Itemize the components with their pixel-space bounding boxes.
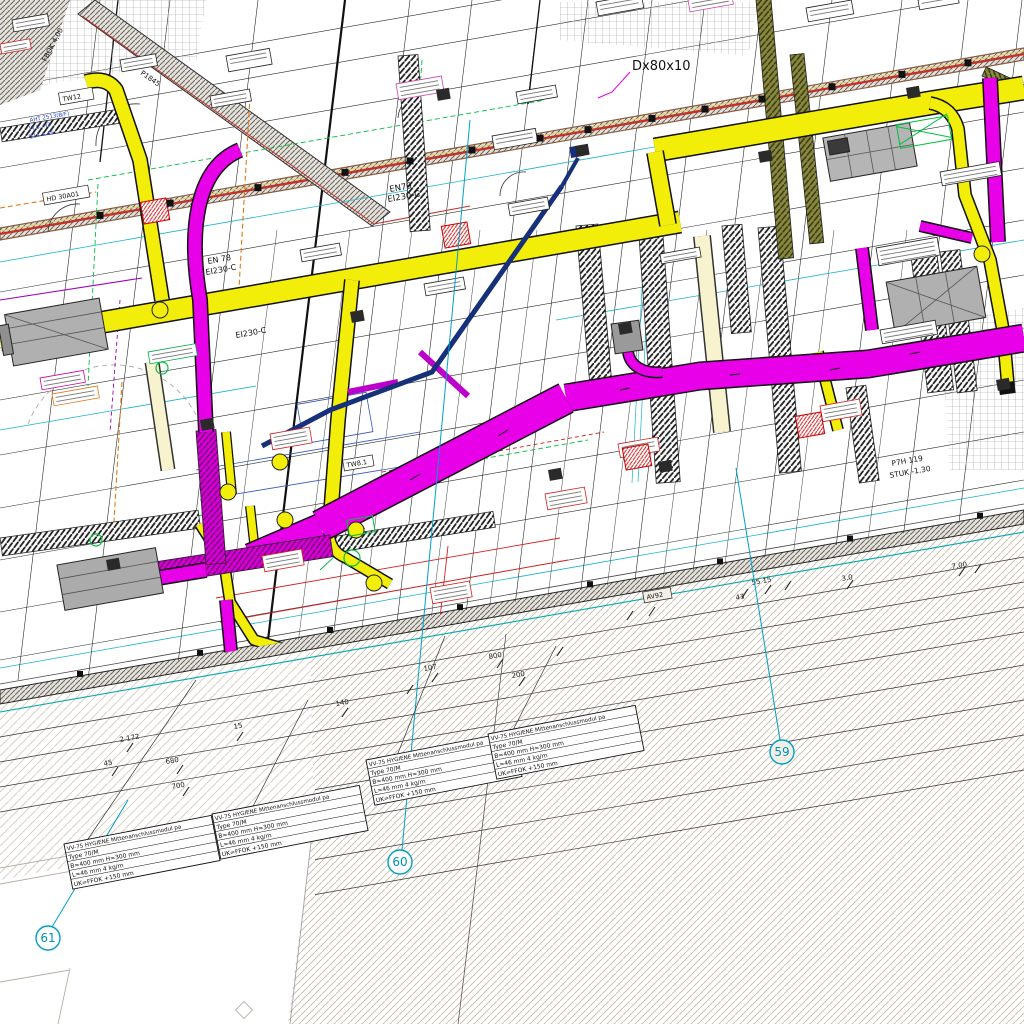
grid-bubble-60: 60	[388, 850, 412, 874]
hvac-floor-plan: Dx80x10 EN79 EI230-C EN 78 EI230-C EI230…	[0, 0, 1024, 1024]
svg-text:15: 15	[233, 722, 243, 731]
grid-bubble-61: 61	[36, 926, 60, 950]
svg-text:61: 61	[40, 931, 55, 945]
grid-bubble-59: 59	[770, 740, 794, 764]
svg-text:59: 59	[774, 745, 789, 759]
svg-text:45: 45	[103, 759, 113, 768]
svg-text:43: 43	[735, 593, 745, 602]
svg-text:60: 60	[392, 855, 407, 869]
duct-size-label: Dx80x10	[632, 59, 690, 74]
plan-canvas: Dx80x10 EN79 EI230-C EN 78 EI230-C EI230…	[0, 0, 1024, 1024]
